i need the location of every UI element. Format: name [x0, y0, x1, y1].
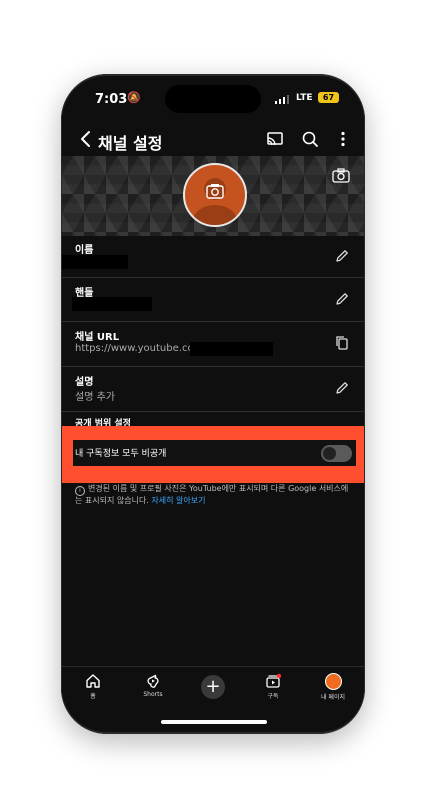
- create-button[interactable]: +: [201, 675, 225, 699]
- description-label: 설명: [75, 377, 94, 388]
- status-bar: 7:03 🔕 LTE 67: [62, 76, 364, 122]
- home-icon: [86, 674, 100, 688]
- notice-text: i 변경된 이름 및 프로필 사진은 YouTube에만 표시되며 다른 Goog…: [75, 484, 355, 506]
- nav-shorts[interactable]: Shorts: [128, 673, 178, 698]
- more-vert-icon[interactable]: [334, 130, 352, 148]
- nav-me-label: 내 페이지: [321, 694, 345, 701]
- edit-pencil-icon[interactable]: [334, 291, 350, 307]
- private-subscriptions-label: 내 구독정보 모두 비공개: [75, 449, 167, 459]
- redacted-url: [190, 342, 273, 356]
- back-arrow-icon[interactable]: [76, 129, 98, 149]
- nav-me[interactable]: 내 페이지: [308, 673, 358, 701]
- learn-more-link[interactable]: 자세히 알아보기: [151, 496, 205, 505]
- description-row[interactable]: 설명 설명 추가: [62, 366, 364, 412]
- edit-pencil-icon[interactable]: [334, 248, 350, 264]
- app-screen: 7:03 🔕 LTE 67 채널 설정 이름 핸들 채널 URL https:/…: [62, 76, 364, 732]
- signal-icon: [275, 95, 289, 104]
- nav-home[interactable]: 홈: [68, 673, 118, 700]
- me-avatar: [324, 673, 342, 690]
- description-value: 설명 추가: [75, 392, 115, 403]
- cast-icon[interactable]: [266, 130, 284, 148]
- dynamic-island: [165, 85, 261, 113]
- notice-body: 변경된 이름 및 프로필 사진은 YouTube에만 표시되며 다른 Googl…: [75, 484, 349, 505]
- battery-icon: 67: [318, 92, 339, 103]
- top-app-bar: 채널 설정: [62, 122, 364, 156]
- channel-url-value: https://www.youtube.co: [75, 343, 194, 354]
- name-label: 이름: [75, 245, 94, 256]
- nav-home-label: 홈: [90, 693, 96, 700]
- toggle-knob: [323, 447, 336, 460]
- nav-subscriptions-label: 구독: [267, 693, 279, 700]
- status-time: 7:03: [95, 92, 128, 107]
- profile-avatar[interactable]: [183, 163, 247, 227]
- nav-subscriptions[interactable]: 구독: [248, 673, 298, 700]
- info-icon: i: [75, 486, 85, 496]
- redacted-name: [62, 255, 128, 269]
- page-title: 채널 설정: [98, 134, 163, 153]
- subscriptions-icon: [266, 673, 281, 688]
- search-icon[interactable]: [301, 130, 319, 148]
- shorts-icon: [147, 674, 159, 688]
- network-type: LTE: [296, 93, 313, 103]
- nav-shorts-label: Shorts: [143, 691, 163, 698]
- home-indicator[interactable]: [161, 720, 267, 724]
- avatar-silhouette-icon: [193, 178, 237, 225]
- banner-camera-icon[interactable]: [332, 168, 350, 184]
- copy-icon[interactable]: [334, 335, 350, 351]
- bell-muted-icon: 🔕: [127, 91, 141, 104]
- edit-pencil-icon[interactable]: [334, 380, 350, 396]
- redacted-handle: [72, 297, 152, 311]
- channel-url-label: 채널 URL: [75, 332, 120, 343]
